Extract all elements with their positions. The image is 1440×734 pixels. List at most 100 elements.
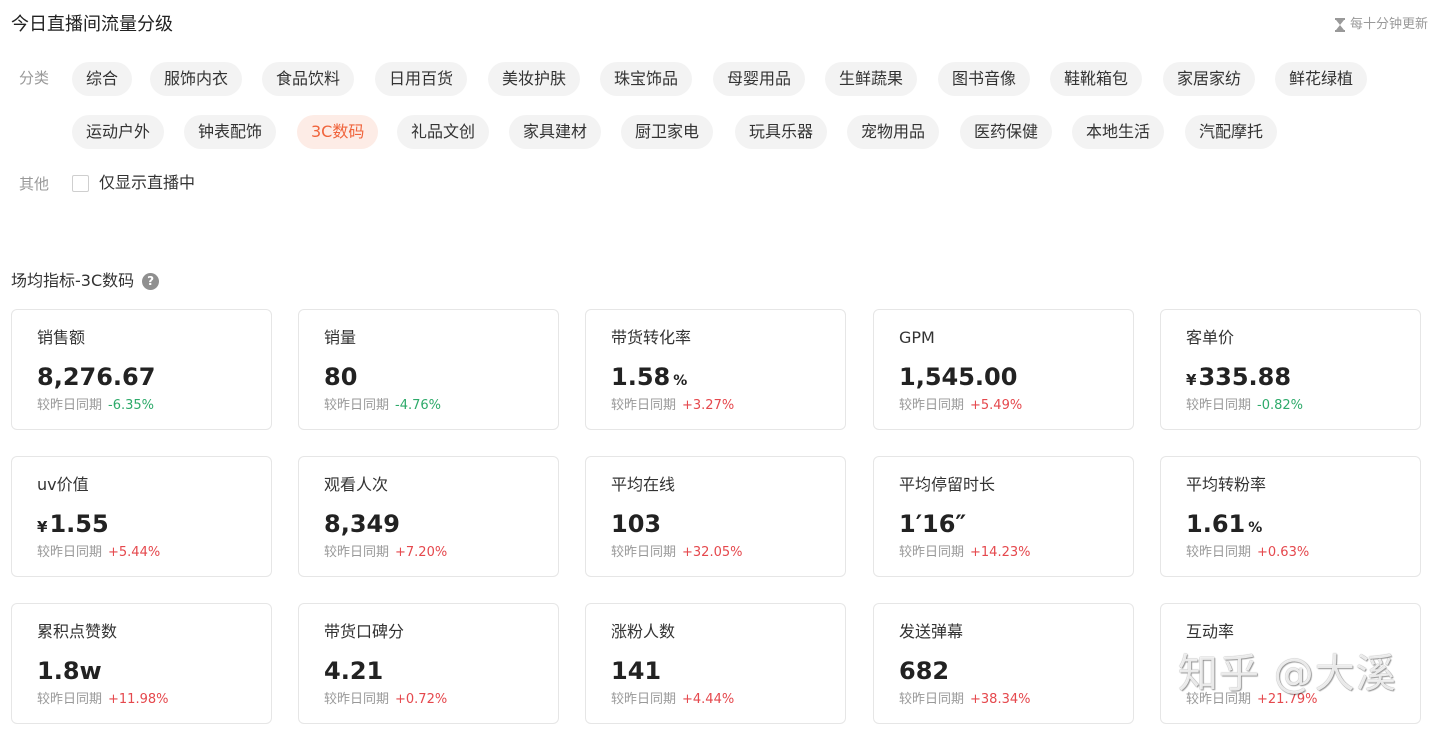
- update-note-text: 每十分钟更新: [1349, 17, 1428, 32]
- metric-card: uv价值 ¥1.55 较昨日同期 +5.44%: [11, 456, 272, 577]
- category-chip[interactable]: 图书音像: [938, 62, 1031, 96]
- metric-value: 141: [611, 656, 661, 686]
- metric-compare: 较昨日同期 +0.63%: [1186, 544, 1309, 562]
- metric-value: ¥335.88: [1186, 362, 1291, 395]
- metric-value: 8,349: [324, 509, 400, 539]
- hourglass-icon: [1334, 18, 1345, 32]
- category-chip[interactable]: 食品饮料: [262, 62, 355, 96]
- category-chip[interactable]: 综合: [72, 62, 133, 96]
- category-chip[interactable]: 鞋靴箱包: [1050, 62, 1143, 96]
- checkbox-box[interactable]: [72, 174, 89, 192]
- metric-compare: 较昨日同期 +14.23%: [899, 544, 1030, 562]
- metric-value: 4.21: [324, 656, 383, 686]
- currency-prefix: ¥: [37, 518, 48, 536]
- metric-delta: +4.44%: [682, 692, 735, 707]
- category-chip[interactable]: 日用百货: [375, 62, 468, 96]
- metric-card: 带货口碑分 4.21 较昨日同期 +0.72%: [298, 603, 559, 724]
- metric-delta: +5.49%: [970, 398, 1023, 413]
- metric-value: 1.61%: [1186, 509, 1262, 543]
- metric-compare: 较昨日同期 +5.44%: [37, 544, 160, 562]
- metric-delta: +3.27%: [682, 398, 735, 413]
- metric-value: 103: [611, 509, 661, 539]
- help-icon[interactable]: ?: [142, 272, 160, 290]
- metric-label: 涨粉人数: [611, 622, 676, 641]
- compare-label: 较昨日同期: [37, 545, 103, 560]
- metric-value-number: 8,349: [324, 510, 400, 538]
- metric-compare: 较昨日同期 +11.98%: [37, 691, 168, 709]
- category-chip[interactable]: 礼品文创: [397, 115, 490, 149]
- category-chip[interactable]: 家具建材: [509, 115, 602, 149]
- metric-value-number: 80: [324, 363, 358, 391]
- metric-delta: +21.79%: [1257, 692, 1318, 707]
- live-only-checkbox[interactable]: 仅显示直播中: [72, 172, 195, 194]
- metric-delta: +14.23%: [970, 545, 1031, 560]
- compare-label: 较昨日同期: [611, 398, 677, 413]
- category-chip[interactable]: 珠宝饰品: [600, 62, 693, 96]
- metric-card: 带货转化率 1.58% 较昨日同期 +3.27%: [585, 309, 846, 430]
- metric-value: 1.58%: [611, 362, 687, 396]
- metric-compare: 较昨日同期 +0.72%: [324, 691, 447, 709]
- metric-delta: -0.82%: [1257, 398, 1304, 413]
- metric-card: 平均停留时长 1′16″ 较昨日同期 +14.23%: [873, 456, 1134, 577]
- metric-card: 累积点赞数 1.8w 较昨日同期 +11.98%: [11, 603, 272, 724]
- metric-value: 80: [324, 362, 357, 392]
- metric-delta: +0.72%: [395, 692, 448, 707]
- metric-delta: +7.20%: [395, 545, 448, 560]
- metric-card: 平均转粉率 1.61% 较昨日同期 +0.63%: [1160, 456, 1421, 577]
- category-chip[interactable]: 服饰内衣: [150, 62, 243, 96]
- metric-delta: -4.76%: [395, 398, 442, 413]
- category-chip[interactable]: 宠物用品: [847, 115, 940, 149]
- metric-compare: 较昨日同期 +3.27%: [611, 397, 734, 415]
- metric-label: 观看人次: [324, 475, 389, 494]
- category-chip[interactable]: 本地生活: [1072, 115, 1165, 149]
- metric-card: 互动率 较昨日同期 +21.79%: [1160, 603, 1421, 724]
- category-chip[interactable]: 运动户外: [72, 115, 165, 149]
- metric-delta: +38.34%: [970, 692, 1031, 707]
- metric-value-number: 141: [611, 657, 662, 685]
- metric-value-number: 103: [611, 510, 662, 538]
- metric-card: 发送弹幕 682 较昨日同期 +38.34%: [873, 603, 1134, 724]
- compare-label: 较昨日同期: [899, 545, 965, 560]
- live-only-label: 仅显示直播中: [99, 173, 196, 192]
- category-chip[interactable]: 汽配摩托: [1185, 115, 1278, 149]
- metric-label: GPM: [899, 328, 935, 347]
- category-chip[interactable]: 钟表配饰: [184, 115, 277, 149]
- metric-compare: 较昨日同期 +32.05%: [611, 544, 742, 562]
- category-label: 分类: [19, 69, 50, 87]
- metric-value-number: 1.8w: [37, 657, 102, 685]
- page: 今日直播间流量分级 每十分钟更新 分类 综合 服饰内衣 食品饮料 日用百货 美妆护肤 珠宝…: [0, 0, 1440, 734]
- metric-value-number: 1.58: [611, 363, 671, 391]
- category-chip[interactable]: 美妆护肤: [488, 62, 581, 96]
- metric-value-number: 1.61: [1186, 510, 1246, 538]
- compare-label: 较昨日同期: [37, 692, 103, 707]
- metric-value-number: 682: [899, 657, 950, 685]
- metric-value-number: 1,545.00: [899, 363, 1018, 391]
- section-title-text: 场均指标-3C数码: [11, 271, 135, 290]
- category-chip[interactable]: 3C数码: [297, 115, 379, 149]
- metric-value-number: 1′16″: [899, 510, 967, 538]
- metric-value-number: 1.55: [49, 510, 109, 538]
- metric-unit: %: [1248, 520, 1263, 536]
- compare-label: 较昨日同期: [324, 398, 390, 413]
- metric-compare: 较昨日同期 +7.20%: [324, 544, 447, 562]
- metric-card: 平均在线 103 较昨日同期 +32.05%: [585, 456, 846, 577]
- metric-card: 客单价 ¥335.88 较昨日同期 -0.82%: [1160, 309, 1421, 430]
- update-note: 每十分钟更新: [1334, 16, 1428, 34]
- category-chip[interactable]: 鲜花绿植: [1275, 62, 1368, 96]
- metric-compare: 较昨日同期 +38.34%: [899, 691, 1030, 709]
- metric-label: 互动率: [1186, 622, 1235, 641]
- currency-prefix: ¥: [1186, 371, 1197, 389]
- compare-label: 较昨日同期: [611, 545, 677, 560]
- category-chip[interactable]: 厨卫家电: [621, 115, 714, 149]
- metric-value: 1.8w: [37, 656, 102, 686]
- category-chip[interactable]: 家居家纺: [1163, 62, 1256, 96]
- category-chip[interactable]: 生鲜蔬果: [825, 62, 918, 96]
- metric-compare: 较昨日同期 +4.44%: [611, 691, 734, 709]
- category-chip[interactable]: 玩具乐器: [735, 115, 828, 149]
- metric-label: 发送弹幕: [899, 622, 964, 641]
- metric-label: 销售额: [37, 328, 86, 347]
- metric-label: 带货转化率: [611, 328, 692, 347]
- category-chip[interactable]: 医药保健: [960, 115, 1053, 149]
- category-chip[interactable]: 母婴用品: [713, 62, 806, 96]
- metric-value-number: 4.21: [324, 657, 384, 685]
